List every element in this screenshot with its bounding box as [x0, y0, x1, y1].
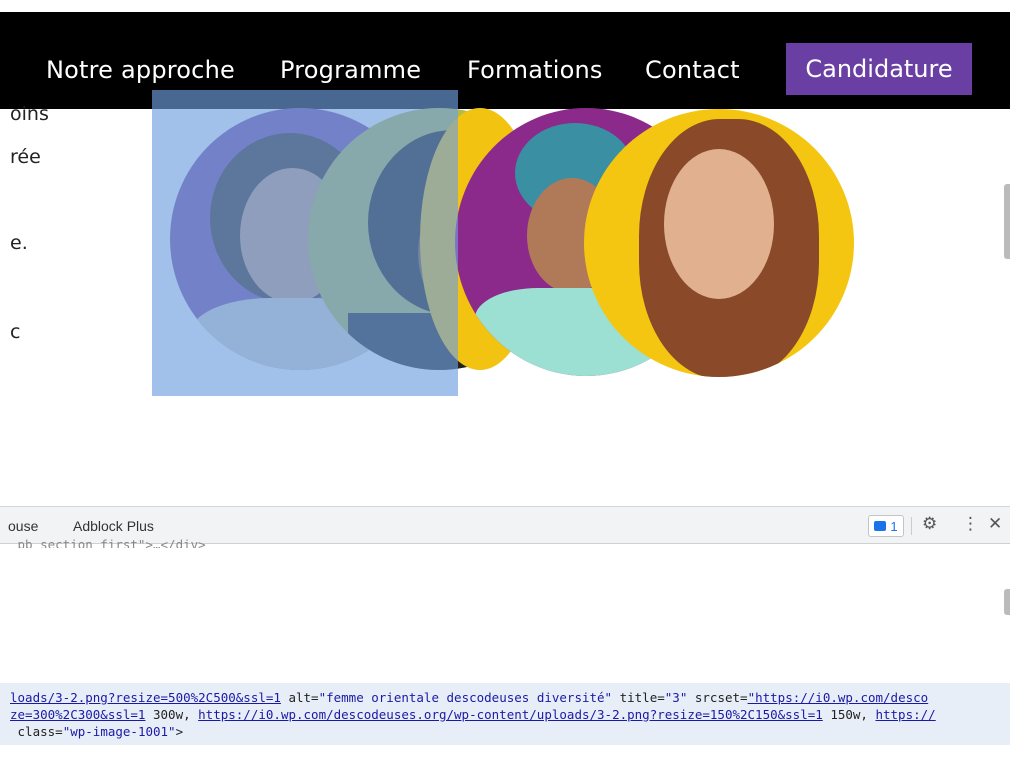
truncated-code-line: _pb_section_first">…</div>: [10, 539, 206, 548]
srcset-url[interactable]: "https://i0.wp.com/desco: [748, 690, 929, 705]
portrait-woman-4: [584, 109, 854, 377]
nav-link-formations[interactable]: Formations: [467, 56, 603, 84]
site-navbar: Notre approche Programme Formations Cont…: [0, 12, 1010, 109]
kebab-menu-icon[interactable]: ⋮: [962, 514, 979, 534]
tab-adblock-plus[interactable]: Adblock Plus: [73, 518, 154, 534]
code-line-3: class="wp-image-1001">: [10, 724, 184, 739]
page-scrollbar[interactable]: [1004, 184, 1010, 259]
issues-count: 1: [890, 518, 898, 534]
issues-badge[interactable]: 1: [868, 515, 904, 537]
tab-lighthouse[interactable]: ouse: [8, 518, 38, 534]
devtools-panel: ouse Adblock Plus 1 ⚙ ⋮ ✕ _pb_section_fi…: [0, 506, 1010, 783]
alt-value: "femme orientale descodeuses diversité": [318, 690, 613, 705]
nav-link-programme[interactable]: Programme: [280, 56, 421, 84]
top-strip: [0, 0, 1010, 12]
srcset-url[interactable]: https://: [875, 707, 935, 722]
body-text-fragment: c: [10, 321, 21, 343]
toolbar-divider: [911, 517, 912, 535]
src-url[interactable]: loads/3-2.png?resize=500%2C500&ssl=1: [10, 690, 281, 705]
body-text-fragment: e.: [10, 232, 28, 254]
message-icon: [874, 521, 887, 531]
selected-node[interactable]: loads/3-2.png?resize=500%2C500&ssl=1 alt…: [0, 683, 1010, 745]
nav-link-notre-approche[interactable]: Notre approche: [46, 56, 235, 84]
nav-link-contact[interactable]: Contact: [645, 56, 740, 84]
body-text-fragment: oins: [10, 103, 49, 125]
close-icon[interactable]: ✕: [988, 514, 1002, 534]
candidature-button[interactable]: Candidature: [786, 43, 972, 95]
srcset-url[interactable]: ze=300%2C300&ssl=1: [10, 707, 145, 722]
gear-icon[interactable]: ⚙: [922, 514, 937, 534]
code-line-2: ze=300%2C300&ssl=1 300w, https://i0.wp.c…: [10, 707, 936, 722]
devtools-scrollbar[interactable]: [1004, 589, 1010, 615]
code-line-1: loads/3-2.png?resize=500%2C500&ssl=1 alt…: [10, 690, 929, 705]
class-value: "wp-image-1001": [62, 724, 176, 739]
body-text-fragment: rée: [10, 146, 41, 168]
srcset-url[interactable]: https://i0.wp.com/descodeuses.org/wp-con…: [198, 707, 823, 722]
